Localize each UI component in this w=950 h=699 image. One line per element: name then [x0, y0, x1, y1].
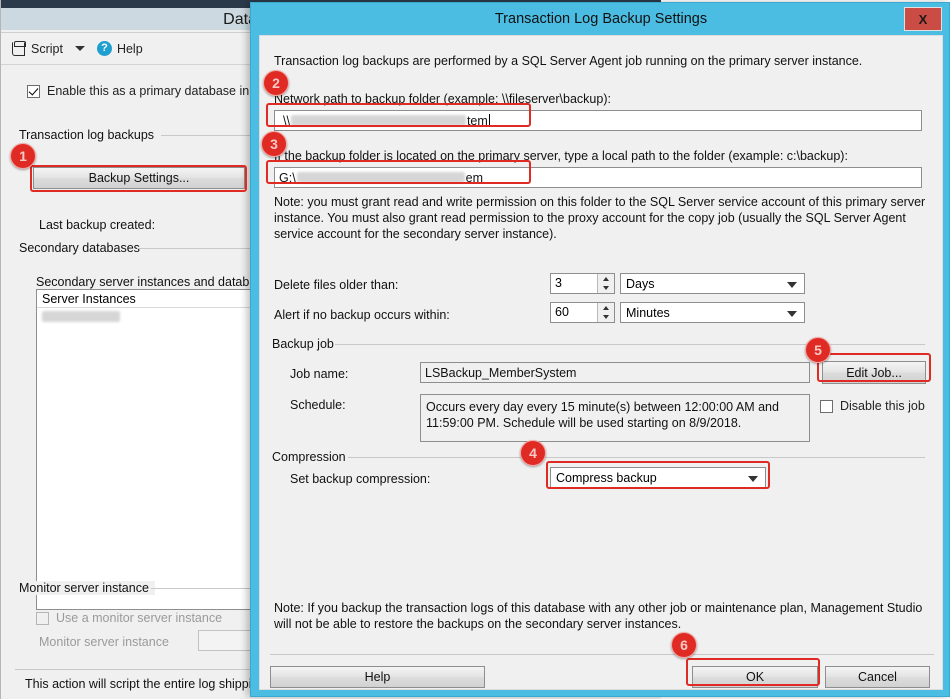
use-monitor-server-instance-checkbox-row[interactable]: Use a monitor server instance — [36, 611, 222, 625]
script-button[interactable]: Script — [11, 41, 63, 56]
alert-value: 60 — [551, 303, 597, 322]
stepper-up-icon[interactable] — [598, 274, 614, 284]
close-icon[interactable]: X — [904, 7, 942, 31]
screenshot-root: Database Prope Script ? Help Enable this… — [0, 0, 950, 699]
disable-this-job-checkbox-row[interactable]: Disable this job — [820, 399, 925, 413]
annotation-badge-4: 4 — [520, 440, 546, 466]
chevron-down-icon[interactable] — [75, 46, 85, 51]
close-button-label: X — [919, 12, 928, 27]
permission-note: Note: you must grant read and write perm… — [274, 194, 926, 242]
local-path-value-suffix: em — [466, 171, 483, 185]
text-caret — [489, 114, 490, 127]
network-path-value-suffix: tem — [467, 114, 488, 128]
redacted-local-path — [297, 172, 465, 183]
annotation-badge-5-number: 5 — [814, 342, 822, 358]
redacted-network-path — [291, 115, 466, 126]
secondary-list-label: Secondary server instances and databases… — [36, 275, 279, 289]
chevron-down-icon — [787, 282, 797, 288]
transaction-log-backups-group-label: Transaction log backups — [19, 128, 160, 142]
checkbox-icon[interactable] — [36, 612, 49, 625]
annotation-badge-1-number: 1 — [19, 148, 27, 164]
ok-button[interactable]: OK — [692, 666, 818, 688]
schedule-value: Occurs every day every 15 minute(s) betw… — [420, 394, 810, 442]
annotation-badge-6-number: 6 — [680, 637, 688, 653]
job-name-label: Job name: — [290, 367, 348, 381]
network-path-label: Network path to backup folder (example: … — [274, 92, 611, 106]
stepper-down-icon[interactable] — [598, 313, 614, 323]
dialog-client-area: Transaction log backups are performed by… — [259, 35, 943, 690]
stepper-down-icon[interactable] — [598, 284, 614, 294]
stepper-buttons[interactable] — [597, 274, 614, 293]
script-button-label: Script — [31, 42, 63, 56]
use-monitor-server-instance-label: Use a monitor server instance — [56, 611, 222, 625]
backup-job-group-label: Backup job — [272, 337, 340, 351]
delete-files-value: 3 — [551, 274, 597, 293]
delete-files-unit-select[interactable]: Days — [620, 273, 805, 294]
help-dialog-button[interactable]: Help — [270, 666, 485, 688]
cancel-button[interactable]: Cancel — [825, 666, 930, 688]
backup-compression-value: Compress backup — [556, 471, 657, 485]
disable-this-job-label: Disable this job — [840, 399, 925, 413]
delete-files-label: Delete files older than: — [274, 278, 398, 292]
local-path-value-prefix: G:\ — [279, 171, 296, 185]
alert-label: Alert if no backup occurs within: — [274, 308, 450, 322]
backup-settings-button[interactable]: Backup Settings... — [33, 167, 245, 189]
intro-text: Transaction log backups are performed by… — [274, 53, 924, 69]
backup-compression-select[interactable]: Compress backup — [550, 467, 766, 488]
annotation-badge-1: 1 — [10, 143, 36, 169]
alert-unit-value: Minutes — [626, 306, 670, 320]
compression-label: Set backup compression: — [290, 472, 430, 486]
script-icon — [11, 41, 26, 56]
network-path-input[interactable]: \\ tem — [274, 110, 922, 131]
network-path-value-prefix: \\ — [283, 114, 290, 128]
alert-stepper[interactable]: 60 — [550, 302, 615, 323]
last-backup-created-label: Last backup created: — [39, 218, 155, 232]
job-name-value: LSBackup_MemberSystem — [425, 366, 576, 380]
group-divider — [335, 344, 925, 345]
annotation-badge-5: 5 — [805, 337, 831, 363]
secondary-databases-group-label: Secondary databases — [19, 241, 146, 255]
help-button-label: Help — [117, 42, 143, 56]
monitor-server-instance-group-label: Monitor server instance — [19, 581, 155, 595]
transaction-log-backup-settings-dialog: Transaction Log Backup Settings X Transa… — [250, 2, 950, 697]
dialog-title: Transaction Log Backup Settings — [251, 3, 950, 35]
help-dialog-button-label: Help — [365, 670, 391, 684]
checkbox-icon[interactable] — [27, 85, 40, 98]
schedule-label: Schedule: — [290, 398, 346, 412]
annotation-badge-2-number: 2 — [272, 75, 280, 91]
job-name-field: LSBackup_MemberSystem — [420, 362, 810, 383]
dialog-footer-divider — [270, 654, 934, 655]
stepper-up-icon[interactable] — [598, 303, 614, 313]
checkbox-icon[interactable] — [820, 400, 833, 413]
alert-unit-select[interactable]: Minutes — [620, 302, 805, 323]
chevron-down-icon — [748, 476, 758, 482]
annotation-badge-3: 3 — [261, 131, 287, 157]
annotation-badge-6: 6 — [671, 632, 697, 658]
local-path-label: If the backup folder is located on the p… — [274, 149, 848, 163]
help-icon: ? — [97, 41, 112, 56]
delete-files-unit-value: Days — [626, 277, 654, 291]
redacted-server-instance — [42, 311, 120, 322]
backup-settings-button-label: Backup Settings... — [89, 171, 190, 185]
annotation-badge-4-number: 4 — [529, 445, 537, 461]
stepper-buttons[interactable] — [597, 303, 614, 322]
group-divider — [348, 457, 925, 458]
edit-job-button-label: Edit Job... — [846, 366, 902, 380]
annotation-badge-3-number: 3 — [270, 136, 278, 152]
compression-group-label: Compression — [272, 450, 352, 464]
monitor-server-instance-label: Monitor server instance — [39, 635, 169, 649]
chevron-down-icon — [787, 311, 797, 317]
delete-files-stepper[interactable]: 3 — [550, 273, 615, 294]
local-path-input[interactable]: G:\ em — [274, 167, 922, 188]
help-button[interactable]: ? Help — [97, 41, 143, 56]
cancel-button-label: Cancel — [858, 670, 897, 684]
bottom-note: Note: If you backup the transaction logs… — [274, 600, 926, 632]
edit-job-button[interactable]: Edit Job... — [822, 361, 926, 384]
annotation-badge-2: 2 — [263, 70, 289, 96]
ok-button-label: OK — [746, 670, 764, 684]
